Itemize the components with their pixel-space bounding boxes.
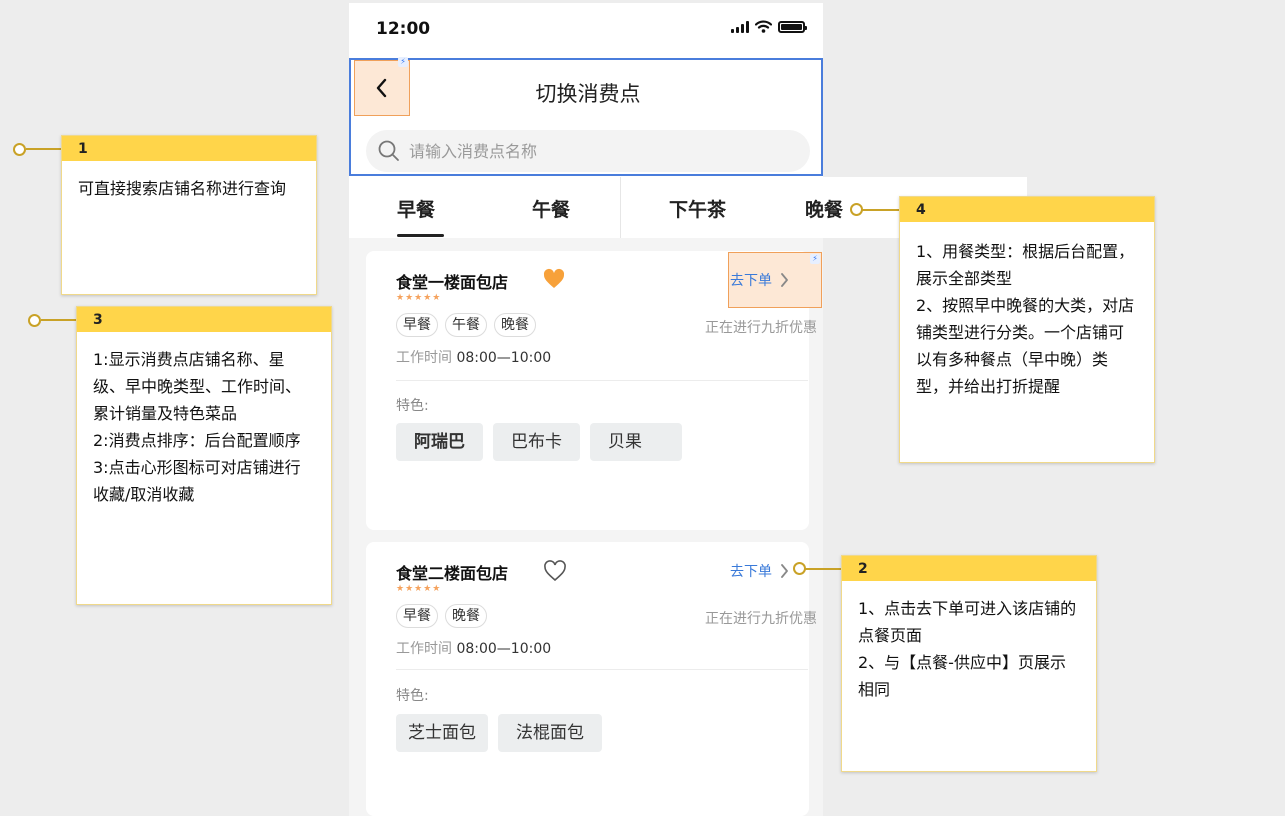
feature-list: 芝士面包 法棍面包 [396,714,602,752]
header: ⚡ 切换消费点 [349,55,823,177]
star-rating: ★★★★★ [396,293,442,303]
annotation-note-2: 2 1、点击去下单可进入该店铺的点餐页面 2、与【点餐-供应中】页展示相同 [841,555,1097,772]
search-icon [378,140,399,161]
order-button[interactable]: 去下单 [730,270,789,290]
order-label: 去下单 [730,564,772,580]
active-tab-indicator [397,234,444,237]
divider [396,380,808,381]
annotation-pin [850,203,863,216]
page-title: 切换消费点 [535,82,641,106]
annotation-line: 3:点击心形图标可对店铺进行收藏/取消收藏 [93,458,301,504]
meal-tag: 晚餐 [494,313,536,337]
annotation-text: 1、用餐类型：根据后台配置，展示全部类型 2、按照早中晚餐的大类，对店铺类型进行… [900,222,1154,400]
signal-icon [731,20,749,33]
chevron-right-icon [781,564,788,578]
discount-text: 正在进行九折优惠 [705,611,817,627]
header-selection-frame: ⚡ 切换消费点 [349,57,823,176]
meal-type-tags: 早餐 午餐 晚餐 [396,313,536,337]
order-button[interactable]: 去下单 [730,561,789,581]
work-time-label: 工作时间 [396,350,452,366]
search-input[interactable] [409,141,789,161]
feature-label: 特色: [396,688,429,704]
status-bar: 12:00 [349,3,823,55]
feature-list: 阿瑞巴 巴布卡 贝果 [396,423,682,461]
chevron-right-icon [781,273,788,287]
heart-filled-icon[interactable] [542,268,566,290]
tab-breakfast[interactable]: 早餐 [397,195,435,222]
annotation-pin [28,314,41,327]
shop-name: 食堂一楼面包店 [396,273,509,292]
meal-tag: 早餐 [396,313,438,337]
bolt-icon: ⚡ [398,57,408,67]
meal-tag: 晚餐 [445,604,487,628]
annotation-note-4: 4 1、用餐类型：根据后台配置，展示全部类型 2、按照早中晚餐的大类，对店铺类型… [899,196,1155,463]
annotation-number: 3 [77,307,331,332]
shop-card[interactable]: 食堂二楼面包店 ★★★★★ 早餐 晚餐 正在进行九折优惠 工作时间 08:00—… [366,542,817,816]
battery-icon [778,20,807,33]
annotation-connector [858,209,899,211]
tab-afternoon-tea[interactable]: 下午茶 [669,195,726,222]
feature-item: 阿瑞巴 [396,423,483,461]
work-time-value: 08:00—10:00 [456,350,552,366]
meal-tag: 午餐 [445,313,487,337]
tab-dinner[interactable]: 晚餐 [805,195,843,222]
annotation-number: 1 [62,136,316,161]
meal-tag: 早餐 [396,604,438,628]
annotation-line: 1:显示消费点店铺名称、星级、早中晚类型、工作时间、累计销量及特色菜品 [93,350,302,423]
annotation-text: 可直接搜索店铺名称进行查询 [78,179,287,198]
annotation-number: 4 [900,197,1154,222]
annotation-number: 2 [842,556,1096,581]
search-bar[interactable] [366,130,810,172]
annotation-line: 2:消费点排序：后台配置顺序 [93,431,301,450]
annotation-note-3: 3 1:显示消费点店铺名称、星级、早中晚类型、工作时间、累计销量及特色菜品 2:… [76,306,332,605]
work-time: 工作时间 08:00—10:00 [396,638,551,658]
annotation-connector [26,148,61,150]
feature-item: 法棍面包 [498,714,602,752]
annotation-line: 1、点击去下单可进入该店铺的点餐页面 [858,599,1077,645]
annotation-line: 2、与【点餐-供应中】页展示相同 [858,653,1066,699]
annotation-pin [793,562,806,575]
feature-item: 巴布卡 [493,423,580,461]
divider [396,669,808,670]
feature-label: 特色: [396,398,429,414]
work-time: 工作时间 08:00—10:00 [396,347,551,367]
wifi-icon [755,20,772,33]
annotation-note-1: 1 可直接搜索店铺名称进行查询 [61,135,317,295]
annotation-line: 1、用餐类型：根据后台配置，展示全部类型 [916,242,1135,288]
annotation-text: 1:显示消费点店铺名称、星级、早中晚类型、工作时间、累计销量及特色菜品 2:消费… [77,332,331,508]
shop-card[interactable]: 食堂一楼面包店 ★★★★★ 早餐 午餐 晚餐 正在进行九折优惠 工作时间 08:… [366,251,822,530]
status-time: 12:00 [376,19,431,39]
order-label: 去下单 [730,273,772,289]
meal-type-tags: 早餐 晚餐 [396,604,487,628]
work-time-value: 08:00—10:00 [456,641,552,657]
phone-screen: 12:00 ⚡ 切换消费点 请输入消费点名称 早餐 午餐 下午茶 晚餐 食堂一楼… [349,3,1027,816]
work-time-label: 工作时间 [396,641,452,657]
tab-divider [620,177,621,238]
feature-item: 贝果 [590,423,682,461]
tab-lunch[interactable]: 午餐 [532,195,570,222]
annotation-connector [41,319,76,321]
heart-outline-icon[interactable] [543,560,567,582]
discount-text: 正在进行九折优惠 [705,320,817,336]
shop-name: 食堂二楼面包店 [396,564,509,583]
bolt-icon: ⚡ [810,254,820,264]
annotation-line: 2、按照早中晚餐的大类，对店铺类型进行分类。一个店铺可以有多种餐点（早中晚）类型… [916,296,1135,396]
star-rating: ★★★★★ [396,584,442,594]
feature-item: 芝士面包 [396,714,488,752]
annotation-pin [13,143,26,156]
annotation-text: 1、点击去下单可进入该店铺的点餐页面 2、与【点餐-供应中】页展示相同 [842,581,1096,703]
